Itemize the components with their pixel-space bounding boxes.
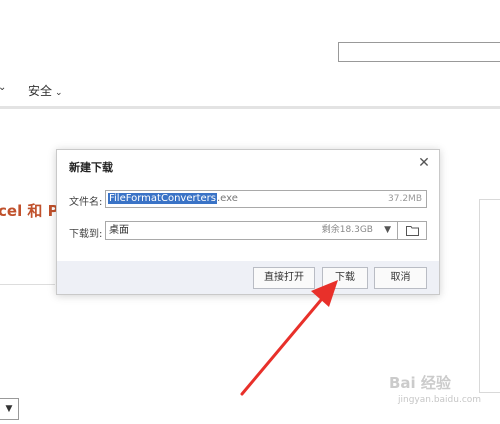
remaining-space: 剩余18.3GB [321,225,373,235]
dialog-title: 新建下载 [69,161,113,174]
saveto-value: 桌面 [109,225,129,236]
download-button[interactable]: 下载 [322,267,368,289]
saveto-label: 下载到: [69,229,103,240]
watermark-url: jingyan.baidu.com [398,395,482,405]
cancel-button[interactable]: 取消 [374,267,427,289]
filename-label: 文件名: [69,197,103,208]
file-size: 37.2MB [388,194,422,204]
nav-chevron-icon[interactable]: ⌄ [0,82,6,93]
caret-down-icon: ▼ [384,225,391,235]
nav-item-security[interactable]: 安全 ⌄ [28,82,63,99]
dropdown-arrow-icon: ▼ [5,404,13,414]
close-icon[interactable]: ✕ [415,154,433,172]
open-directly-button[interactable]: 直接打开 [253,267,315,289]
nav-item-security-label: 安全 [28,84,53,98]
arrow-shaft [240,292,328,396]
filename-selected-text: FileFormatConverters [108,193,217,204]
page-dropdown[interactable]: ▼ [0,398,19,420]
nav-divider [0,106,500,109]
browse-folder-button[interactable] [398,221,427,240]
new-download-dialog: 新建下载 ✕ 文件名: FileFormatConverters.exe 37.… [56,149,440,295]
top-search-input[interactable] [338,42,500,62]
saveto-select[interactable]: 桌面 剩余18.3GB ▼ [105,221,398,240]
watermark-logo: Bai 经验 [389,374,451,392]
filename-extension: .exe [217,193,238,204]
folder-icon [405,226,419,236]
filename-field[interactable]: FileFormatConverters.exe 37.2MB [105,190,427,208]
chevron-down-icon: ⌄ [55,88,63,98]
content-divider [0,284,55,285]
side-panel [479,199,500,393]
